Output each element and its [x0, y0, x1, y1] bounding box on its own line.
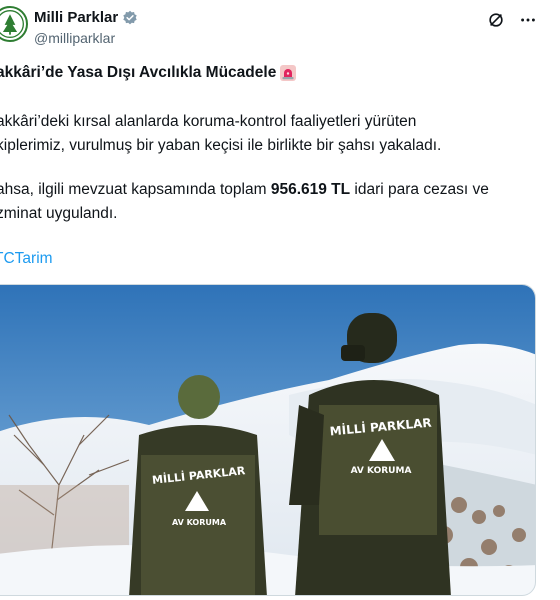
hashtag-link[interactable]: TCTarim	[0, 250, 53, 268]
top-actions	[486, 10, 538, 30]
avatar[interactable]	[0, 6, 28, 42]
author-handle[interactable]: @milliparklar	[34, 30, 115, 46]
more-options-icon[interactable]	[518, 10, 538, 30]
tweet-paragraph-1-line-1: akkâri’deki kırsal alanlarda koruma-kont…	[0, 113, 417, 130]
uniform-text-bottom-right: AV KORUMA	[351, 466, 412, 476]
tweet-title-text: akkâri’de Yasa Dışı Avcılıkla Mücadele	[0, 64, 277, 81]
milli-parklar-logo-icon	[0, 8, 26, 40]
tweet-paragraph-2-pre: ahsa, ilgili mevzuat kapsamında toplam	[0, 181, 271, 198]
tweet-paragraph-1-line-2: kiplerimiz, vurulmuş bir yaban keçisi il…	[0, 137, 442, 154]
tweet-paragraph-2-post: idari para cezası ve	[350, 181, 489, 198]
uniform-text-bottom-left: AV KORUMA	[172, 518, 227, 527]
tweet-paragraph-2: ahsa, ilgili mevzuat kapsamında toplam 9…	[0, 178, 489, 226]
tweet-photo[interactable]: MİLLİ PARKLAR AV KORUMA MİLLİ PARKLAR AV…	[0, 284, 536, 596]
photo-rangers-in-snow: MİLLİ PARKLAR AV KORUMA MİLLİ PARKLAR AV…	[0, 285, 535, 595]
tweet-paragraph-1: akkâri’deki kırsal alanlarda koruma-kont…	[0, 110, 441, 158]
tweet-paragraph-2-line-1: ahsa, ilgili mevzuat kapsamında toplam 9…	[0, 178, 489, 202]
author-display-name[interactable]: Milli Parklar	[34, 9, 118, 26]
fine-amount: 956.619 TL	[270, 181, 351, 198]
grok-icon[interactable]	[486, 10, 506, 30]
verified-badge-icon	[122, 10, 138, 26]
siren-icon	[279, 64, 297, 82]
tweet-title: akkâri’de Yasa Dışı Avcılıkla Mücadele	[0, 64, 297, 82]
author-name-row: Milli Parklar	[34, 9, 138, 26]
tweet-paragraph-2-line-2: zminat uygulandı.	[0, 205, 118, 222]
